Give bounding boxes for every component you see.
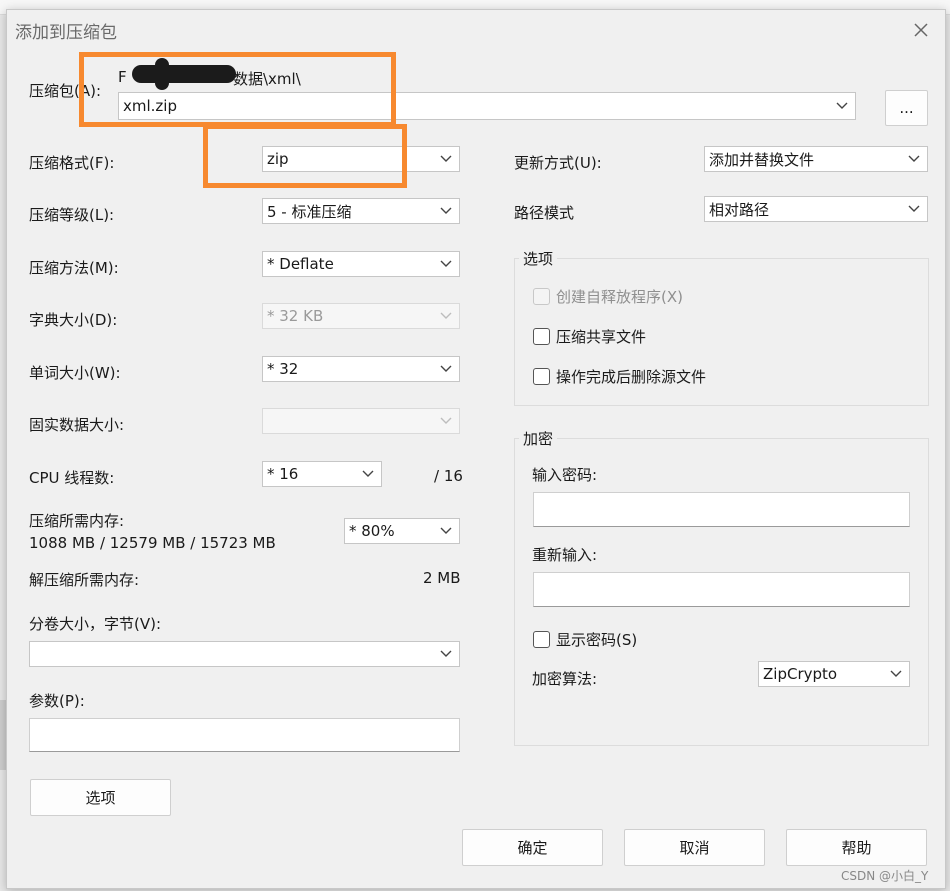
- encryption-method-value: ZipCrypto: [763, 665, 838, 683]
- word-value: * 32: [267, 360, 299, 378]
- options-group-title: 选项: [519, 248, 558, 269]
- path-mode-label: 路径模式: [514, 204, 575, 222]
- watermark: CSDN @小白_Y: [841, 869, 929, 883]
- method-select[interactable]: * Deflate: [262, 251, 460, 277]
- memory-percent-value: * 80%: [349, 522, 395, 540]
- word-select[interactable]: * 32: [262, 356, 460, 382]
- chevron-down-icon: [433, 409, 459, 433]
- checkbox-box: [533, 288, 550, 305]
- sfx-checkbox: 创建自释放程序(X): [533, 286, 683, 307]
- chevron-down-icon: [433, 252, 459, 276]
- chevron-down-icon: [433, 147, 459, 171]
- chevron-down-icon: [901, 147, 927, 171]
- checkbox-box: [533, 368, 550, 385]
- update-mode-select[interactable]: 添加并替换文件: [704, 146, 928, 172]
- archive-filename-combo[interactable]: xml.zip: [118, 92, 856, 120]
- dict-value: * 32 KB: [267, 307, 324, 325]
- close-icon: [914, 23, 928, 37]
- format-value: zip: [267, 150, 289, 168]
- show-password-checkbox[interactable]: 显示密码(S): [533, 629, 637, 650]
- cpu-select[interactable]: * 16: [262, 461, 382, 487]
- chevron-down-icon: [355, 462, 381, 486]
- chevron-down-icon: [433, 642, 459, 666]
- memory-value: 1088 MB / 12579 MB / 15723 MB: [29, 534, 276, 552]
- chevron-down-icon: [433, 357, 459, 381]
- method-label: 压缩方法(M):: [29, 259, 119, 277]
- help-button[interactable]: 帮助: [786, 829, 927, 866]
- chevron-down-icon: [901, 197, 927, 221]
- path-mode-select[interactable]: 相对路径: [704, 196, 928, 222]
- chevron-down-icon: [433, 199, 459, 223]
- format-label: 压缩格式(F):: [29, 154, 115, 172]
- decompress-memory-value: 2 MB: [423, 569, 461, 587]
- level-select[interactable]: 5 - 标准压缩: [262, 198, 460, 224]
- checkbox-box: [533, 631, 550, 648]
- sfx-checkbox-label: 创建自释放程序(X): [556, 288, 683, 306]
- compress-shared-checkbox-label: 压缩共享文件: [556, 328, 647, 346]
- memory-percent-select[interactable]: * 80%: [344, 518, 460, 544]
- params-label: 参数(P):: [29, 692, 85, 710]
- chevron-down-icon: [433, 519, 459, 543]
- update-mode-value: 添加并替换文件: [709, 150, 815, 169]
- level-value: 5 - 标准压缩: [267, 202, 352, 221]
- decompress-memory-label: 解压缩所需内存:: [29, 571, 140, 589]
- cpu-value: * 16: [267, 465, 299, 483]
- password-again-label: 重新输入:: [532, 546, 598, 564]
- solid-select: [262, 408, 460, 434]
- archive-path-suffix: 数据\xml\: [233, 70, 301, 88]
- encryption-group-title: 加密: [519, 428, 558, 449]
- ok-button[interactable]: 确定: [462, 829, 603, 866]
- password-input[interactable]: [533, 492, 910, 527]
- redaction-mark-dot: [155, 58, 169, 90]
- dict-select: * 32 KB: [262, 303, 460, 329]
- delete-source-checkbox[interactable]: 操作完成后删除源文件: [533, 366, 706, 387]
- checkbox-box: [533, 328, 550, 345]
- dialog-title: 添加到压缩包: [15, 23, 117, 43]
- chevron-down-icon: [433, 304, 459, 328]
- solid-label: 固实数据大小:: [29, 416, 125, 434]
- cancel-button[interactable]: 取消: [624, 829, 765, 866]
- close-button[interactable]: [903, 14, 939, 46]
- memory-label: 压缩所需内存:: [29, 512, 125, 530]
- cpu-max: / 16: [434, 467, 463, 485]
- password-again-input[interactable]: [533, 572, 910, 607]
- add-to-archive-dialog: 添加到压缩包 压缩包(A): F 数据\xml\ xml.zip ... 压缩格…: [6, 9, 946, 889]
- format-select[interactable]: zip: [262, 146, 460, 172]
- options-button[interactable]: 选项: [30, 779, 171, 816]
- path-mode-value: 相对路径: [709, 200, 770, 219]
- archive-filename: xml.zip: [123, 97, 177, 115]
- level-label: 压缩等级(L):: [29, 206, 115, 224]
- method-value: * Deflate: [267, 255, 334, 273]
- redaction-mark: [132, 65, 236, 83]
- archive-label: 压缩包(A):: [29, 82, 102, 100]
- cpu-label: CPU 线程数:: [29, 469, 115, 487]
- encryption-method-label: 加密算法:: [532, 670, 598, 688]
- password-label: 输入密码:: [532, 466, 598, 484]
- browse-button[interactable]: ...: [885, 90, 928, 126]
- encryption-method-select[interactable]: ZipCrypto: [758, 661, 910, 687]
- params-input[interactable]: [29, 718, 460, 752]
- update-mode-label: 更新方式(U):: [514, 154, 602, 172]
- delete-source-checkbox-label: 操作完成后删除源文件: [556, 368, 707, 386]
- volume-select[interactable]: [29, 641, 460, 667]
- archive-path-prefix: F: [118, 68, 127, 86]
- show-password-checkbox-label: 显示密码(S): [556, 631, 638, 649]
- chevron-down-icon: [829, 93, 855, 119]
- chevron-down-icon: [883, 662, 909, 686]
- volume-label: 分卷大小，字节(V):: [29, 615, 162, 633]
- word-label: 单词大小(W):: [29, 364, 121, 382]
- compress-shared-checkbox[interactable]: 压缩共享文件: [533, 326, 646, 347]
- dict-label: 字典大小(D):: [29, 311, 118, 329]
